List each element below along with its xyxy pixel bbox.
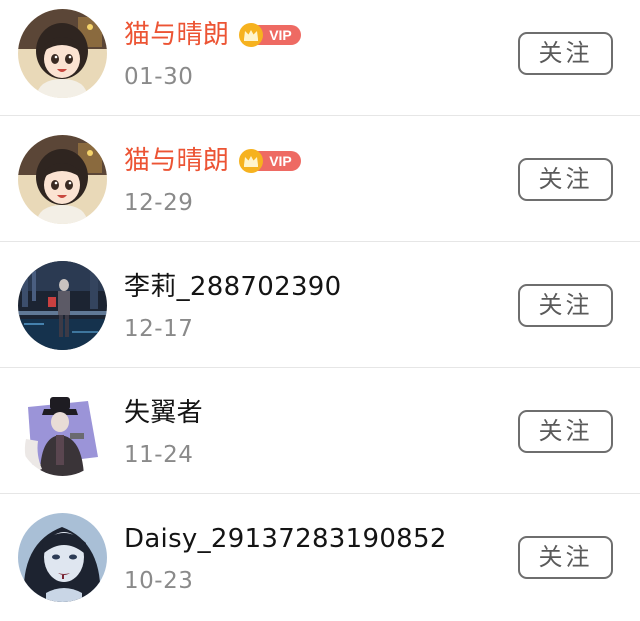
dark-hair-girl-avatar-icon <box>18 513 107 602</box>
avatar[interactable] <box>18 387 107 476</box>
follow-button[interactable]: 关注 <box>518 32 613 75</box>
name-line: 李莉_288702390 <box>124 270 341 304</box>
follow-date: 10-23 <box>124 568 194 594</box>
anime-girl-avatar-icon <box>18 9 107 98</box>
user-name[interactable]: 猫与晴朗 <box>124 18 229 52</box>
avatar[interactable] <box>18 261 107 350</box>
dark-city-figure-avatar-icon <box>18 261 107 350</box>
list-item[interactable]: Daisy_29137283190852 10-23 关注 <box>0 494 640 620</box>
name-line: 失翼者 <box>124 396 203 430</box>
follow-list: 猫与晴朗 VIP 01-30 关注 猫与晴朗 VIP 12-29 关注 李莉_2… <box>0 0 640 621</box>
follow-button[interactable]: 关注 <box>518 284 613 327</box>
name-line: 猫与晴朗 VIP <box>124 144 301 178</box>
crown-icon <box>239 149 264 173</box>
avatar[interactable] <box>18 135 107 224</box>
avatar[interactable] <box>18 513 107 602</box>
list-item[interactable]: 失翼者 11-24 关注 <box>0 368 640 494</box>
anime-man-hat-avatar-icon <box>18 387 107 476</box>
follow-date: 12-17 <box>124 316 194 342</box>
user-name[interactable]: 猫与晴朗 <box>124 144 229 178</box>
follow-button[interactable]: 关注 <box>518 410 613 453</box>
name-line: Daisy_29137283190852 <box>124 522 447 556</box>
avatar[interactable] <box>18 9 107 98</box>
user-name[interactable]: 李莉_288702390 <box>124 270 341 304</box>
name-line: 猫与晴朗 VIP <box>124 18 301 52</box>
follow-date: 11-24 <box>124 442 194 468</box>
follow-date: 01-30 <box>124 64 194 90</box>
anime-girl-avatar-icon <box>18 135 107 224</box>
list-item[interactable]: 猫与晴朗 VIP 12-29 关注 <box>0 116 640 242</box>
list-item[interactable]: 李莉_288702390 12-17 关注 <box>0 242 640 368</box>
vip-badge: VIP <box>239 149 301 173</box>
user-name[interactable]: 失翼者 <box>124 396 203 430</box>
follow-button[interactable]: 关注 <box>518 158 613 201</box>
vip-badge: VIP <box>239 23 301 47</box>
list-item[interactable]: 猫与晴朗 VIP 01-30 关注 <box>0 0 640 116</box>
crown-icon <box>239 23 264 47</box>
follow-date: 12-29 <box>124 190 194 216</box>
user-name[interactable]: Daisy_29137283190852 <box>124 522 447 556</box>
follow-button[interactable]: 关注 <box>518 536 613 579</box>
